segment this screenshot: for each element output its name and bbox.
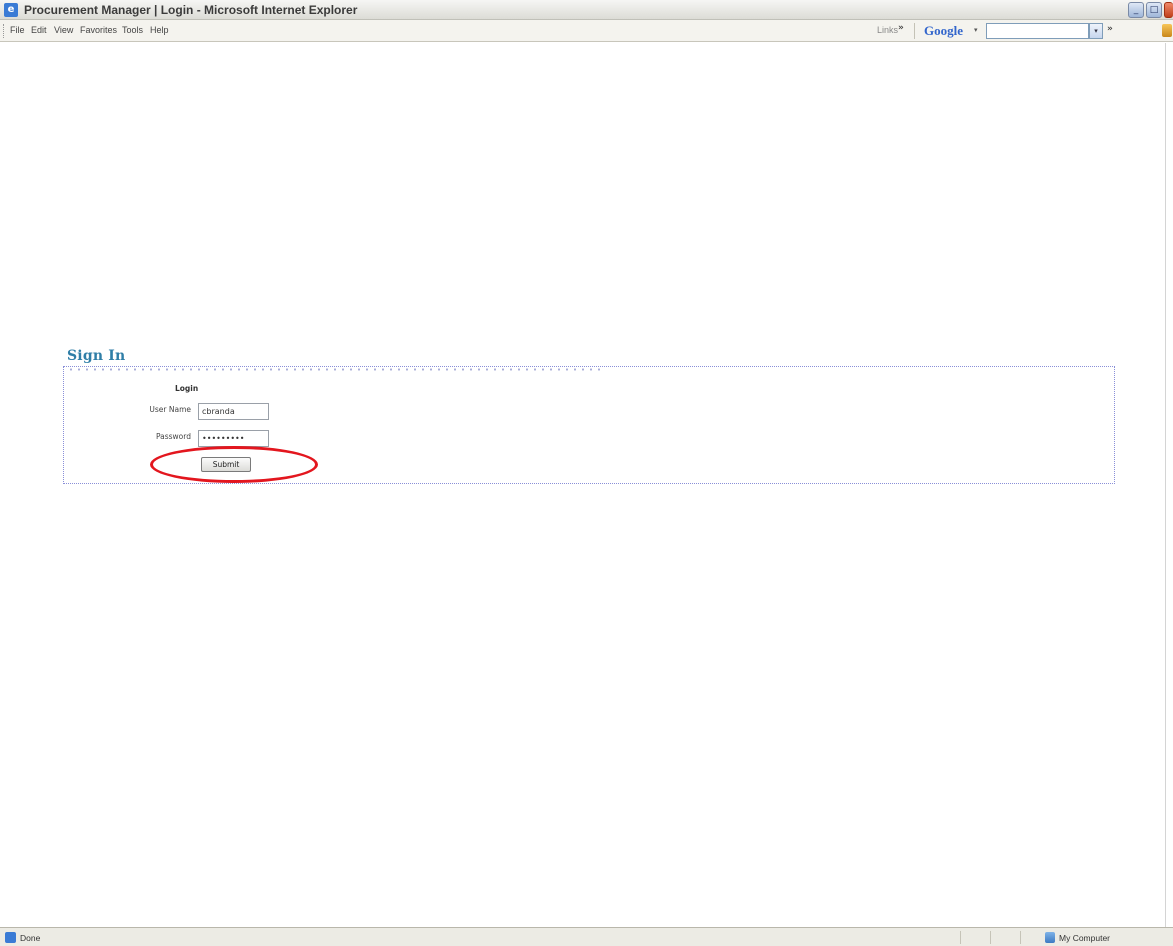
- menu-tools[interactable]: Tools: [122, 25, 143, 35]
- toolbar-more-chevron-icon[interactable]: »: [1107, 24, 1113, 34]
- menu-favorites[interactable]: Favorites: [80, 25, 117, 35]
- search-dropdown-button[interactable]: ▾: [1089, 23, 1103, 39]
- username-label: User Name: [149, 405, 191, 414]
- status-separator: [960, 931, 961, 944]
- google-search-input[interactable]: [986, 23, 1089, 39]
- menu-bar: File Edit View Favorites Tools Help Link…: [0, 20, 1173, 42]
- status-separator: [990, 931, 991, 944]
- browser-window: e Procurement Manager | Login - Microsof…: [0, 0, 1173, 946]
- menu-file[interactable]: File: [10, 25, 25, 35]
- toolbar-separator: [914, 23, 915, 39]
- status-separator: [1020, 931, 1021, 944]
- menu-edit[interactable]: Edit: [31, 25, 47, 35]
- menu-help[interactable]: Help: [150, 25, 169, 35]
- google-menu-arrow-icon[interactable]: ▾: [974, 26, 978, 34]
- google-toolbar-logo[interactable]: Google: [924, 23, 963, 39]
- dotted-divider: [67, 368, 603, 371]
- maximize-button[interactable]: □: [1146, 2, 1162, 18]
- menu-view[interactable]: View: [54, 25, 73, 35]
- login-heading: Login: [175, 384, 199, 393]
- minimize-button[interactable]: _: [1128, 2, 1144, 18]
- submit-button[interactable]: Submit: [201, 457, 251, 472]
- links-label[interactable]: Links: [877, 25, 898, 35]
- sign-in-title: Sign In: [67, 348, 126, 364]
- password-field[interactable]: •••••••••: [198, 430, 269, 447]
- toolbar-extension-icon[interactable]: [1162, 24, 1172, 37]
- status-bar: Done My Computer: [0, 927, 1173, 946]
- links-chevron-icon[interactable]: »: [898, 23, 904, 33]
- username-field[interactable]: cbranda: [198, 403, 269, 420]
- security-zone-text: My Computer: [1059, 933, 1111, 943]
- page-status-icon: [5, 932, 16, 943]
- computer-zone-icon: [1045, 932, 1055, 943]
- window-title: Procurement Manager | Login - Microsoft …: [24, 3, 358, 17]
- viewport-edge: [1165, 43, 1173, 927]
- title-bar: e Procurement Manager | Login - Microsof…: [0, 0, 1173, 20]
- close-button[interactable]: [1164, 2, 1173, 18]
- toolbar-grip[interactable]: [3, 24, 6, 38]
- page-viewport: Sign In Login User Name cbranda Password…: [8, 43, 1165, 927]
- password-label: Password: [155, 432, 191, 441]
- ie-logo-icon: e: [4, 3, 18, 17]
- status-text: Done: [20, 933, 41, 943]
